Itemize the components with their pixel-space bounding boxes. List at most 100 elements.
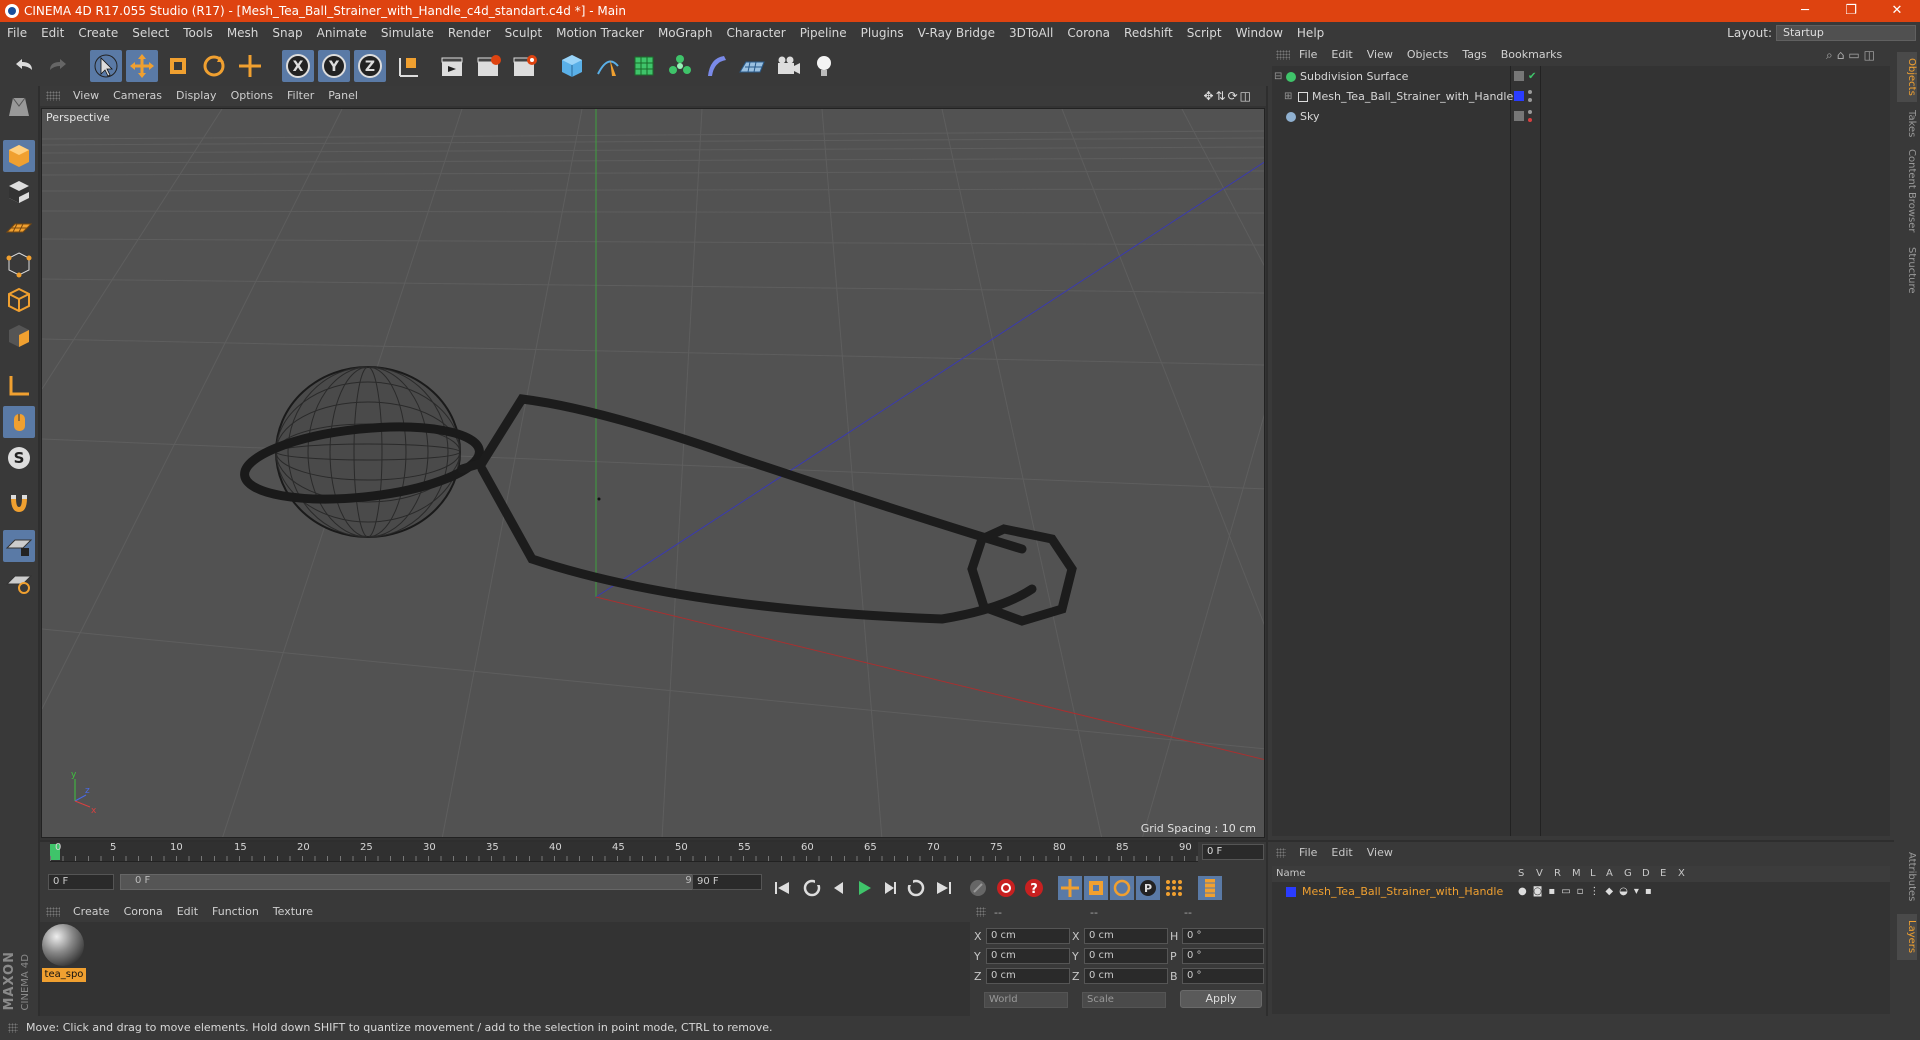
object-row-mesh[interactable]: ⊞ Mesh_Tea_Ball_Strainer_with_Handle	[1272, 88, 1890, 106]
scale-tool-button[interactable]	[162, 50, 194, 82]
undo-button[interactable]	[8, 50, 40, 82]
next-key-button[interactable]	[904, 876, 928, 900]
col-view[interactable]: V	[1536, 866, 1543, 882]
current-frame-field[interactable]: 0 F	[1202, 844, 1264, 860]
motion-record-button[interactable]	[966, 876, 990, 900]
menu-mograph[interactable]: MoGraph	[651, 22, 720, 44]
key-rotation-button[interactable]	[1110, 876, 1134, 900]
position-x-field[interactable]: 0 cm	[986, 928, 1070, 944]
position-z-field[interactable]: 0 cm	[986, 968, 1070, 984]
menu-3dtoall[interactable]: 3DToAll	[1002, 22, 1060, 44]
time-ruler[interactable]: 0 5 10 15 20 25 30 35 40 45 50 55 60 65 …	[50, 842, 1198, 862]
light-button[interactable]	[808, 50, 840, 82]
previous-frame-button[interactable]	[826, 876, 850, 900]
menu-pipeline[interactable]: Pipeline	[793, 22, 854, 44]
locked-workplane-button[interactable]	[3, 530, 35, 562]
panel-grip[interactable]	[1276, 50, 1290, 60]
subdivision-surface-button[interactable]	[628, 50, 660, 82]
menu-tools[interactable]: Tools	[176, 22, 220, 44]
x-axis-lock-button[interactable]: X	[282, 50, 314, 82]
menu-character[interactable]: Character	[719, 22, 792, 44]
menu-sculpt[interactable]: Sculpt	[498, 22, 549, 44]
layer-tag-icon[interactable]	[1514, 111, 1524, 121]
col-xref[interactable]: X	[1678, 866, 1685, 882]
enabled-check-icon[interactable]: ✔	[1528, 68, 1536, 86]
minimize-button[interactable]: ─	[1782, 0, 1828, 22]
tab-content-browser[interactable]: Content Browser	[1897, 146, 1917, 236]
layer-color-swatch[interactable]	[1514, 91, 1524, 101]
y-axis-lock-button[interactable]: Y	[318, 50, 350, 82]
start-frame-field[interactable]: 0 F	[48, 874, 114, 890]
planar-workplane-button[interactable]	[3, 566, 35, 598]
object-menu-edit[interactable]: Edit	[1324, 44, 1359, 66]
menu-edit[interactable]: Edit	[34, 22, 71, 44]
key-position-button[interactable]	[1058, 876, 1082, 900]
object-manager-nav-icons[interactable]: ⌕⌂▭◫	[1819, 44, 1886, 66]
menu-corona[interactable]: Corona	[1060, 22, 1117, 44]
viewport-menu-panel[interactable]: Panel	[321, 86, 365, 106]
col-locked[interactable]: L	[1590, 866, 1596, 882]
perspective-viewport[interactable]: y z x Perspective Grid Spacing : 10 cm	[41, 108, 1265, 838]
object-menu-tags[interactable]: Tags	[1455, 44, 1493, 66]
key-pla-button[interactable]	[1162, 876, 1186, 900]
material-swatch[interactable]: tea_spo	[42, 924, 86, 984]
menu-script[interactable]: Script	[1180, 22, 1229, 44]
tab-attributes[interactable]: Attributes	[1897, 844, 1917, 910]
tweak-mode-button[interactable]	[3, 406, 35, 438]
menu-mesh[interactable]: Mesh	[220, 22, 266, 44]
col-name[interactable]: Name	[1276, 866, 1306, 882]
z-axis-lock-button[interactable]: Z	[354, 50, 386, 82]
move-tool-button[interactable]	[126, 50, 158, 82]
viewport-nav-icons[interactable]: ✥⇅⟳◫	[1196, 86, 1260, 106]
tab-objects[interactable]: Objects	[1897, 52, 1917, 102]
menu-redshift[interactable]: Redshift	[1117, 22, 1180, 44]
object-menu-bookmarks[interactable]: Bookmarks	[1494, 44, 1569, 66]
panel-grip[interactable]	[976, 907, 986, 917]
menu-vray-bridge[interactable]: V-Ray Bridge	[911, 22, 1002, 44]
render-dot[interactable]	[1528, 98, 1532, 102]
panel-grip[interactable]	[46, 91, 60, 101]
col-animation[interactable]: A	[1606, 866, 1613, 882]
model-mode-button[interactable]	[3, 140, 35, 172]
redo-button[interactable]	[42, 50, 74, 82]
panel-grip[interactable]	[1276, 848, 1286, 858]
cube-object-button[interactable]	[556, 50, 588, 82]
material-menu-create[interactable]: Create	[66, 902, 117, 922]
menu-window[interactable]: Window	[1229, 22, 1290, 44]
size-x-field[interactable]: 0 cm	[1084, 928, 1168, 944]
col-expressions[interactable]: E	[1660, 866, 1666, 882]
layer-name[interactable]: Mesh_Tea_Ball_Strainer_with_Handle	[1302, 884, 1503, 900]
rotation-h-field[interactable]: 0 °	[1182, 928, 1264, 944]
visibility-dot[interactable]	[1528, 110, 1532, 114]
material-menu-edit[interactable]: Edit	[170, 902, 205, 922]
menu-help[interactable]: Help	[1290, 22, 1331, 44]
layer-tag-icon[interactable]	[1514, 71, 1524, 81]
rotation-p-field[interactable]: 0 °	[1182, 948, 1264, 964]
panel-grip[interactable]	[46, 907, 60, 917]
viewport-menu-options[interactable]: Options	[224, 86, 280, 106]
menu-file[interactable]: File	[0, 22, 34, 44]
timeline-window-button[interactable]	[1198, 876, 1222, 900]
workplane-mode-button[interactable]	[3, 212, 35, 244]
restore-button[interactable]: ❐	[1828, 0, 1874, 22]
col-deformers[interactable]: D	[1642, 866, 1650, 882]
layer-menu-view[interactable]: View	[1360, 842, 1400, 864]
close-button[interactable]: ✕	[1874, 0, 1920, 22]
cloner-button[interactable]	[664, 50, 696, 82]
col-generators[interactable]: G	[1624, 866, 1632, 882]
viewport-menu-view[interactable]: View	[66, 86, 106, 106]
autokey-button[interactable]: ?	[1022, 876, 1046, 900]
polygons-mode-button[interactable]	[3, 320, 35, 352]
snap-button[interactable]	[3, 488, 35, 520]
layer-menu-edit[interactable]: Edit	[1324, 842, 1359, 864]
material-menu-corona[interactable]: Corona	[117, 902, 170, 922]
size-z-field[interactable]: 0 cm	[1084, 968, 1168, 984]
layer-menu-file[interactable]: File	[1292, 842, 1324, 864]
layout-dropdown[interactable]: Startup	[1776, 25, 1916, 41]
expand-toggle[interactable]: ⊟	[1274, 68, 1282, 86]
go-to-end-button[interactable]	[932, 876, 956, 900]
edges-mode-button[interactable]	[3, 284, 35, 316]
render-picture-viewer-button[interactable]	[472, 50, 504, 82]
material-menu-texture[interactable]: Texture	[266, 902, 320, 922]
preview-range-slider[interactable]: 0 F 90 F	[120, 874, 722, 890]
